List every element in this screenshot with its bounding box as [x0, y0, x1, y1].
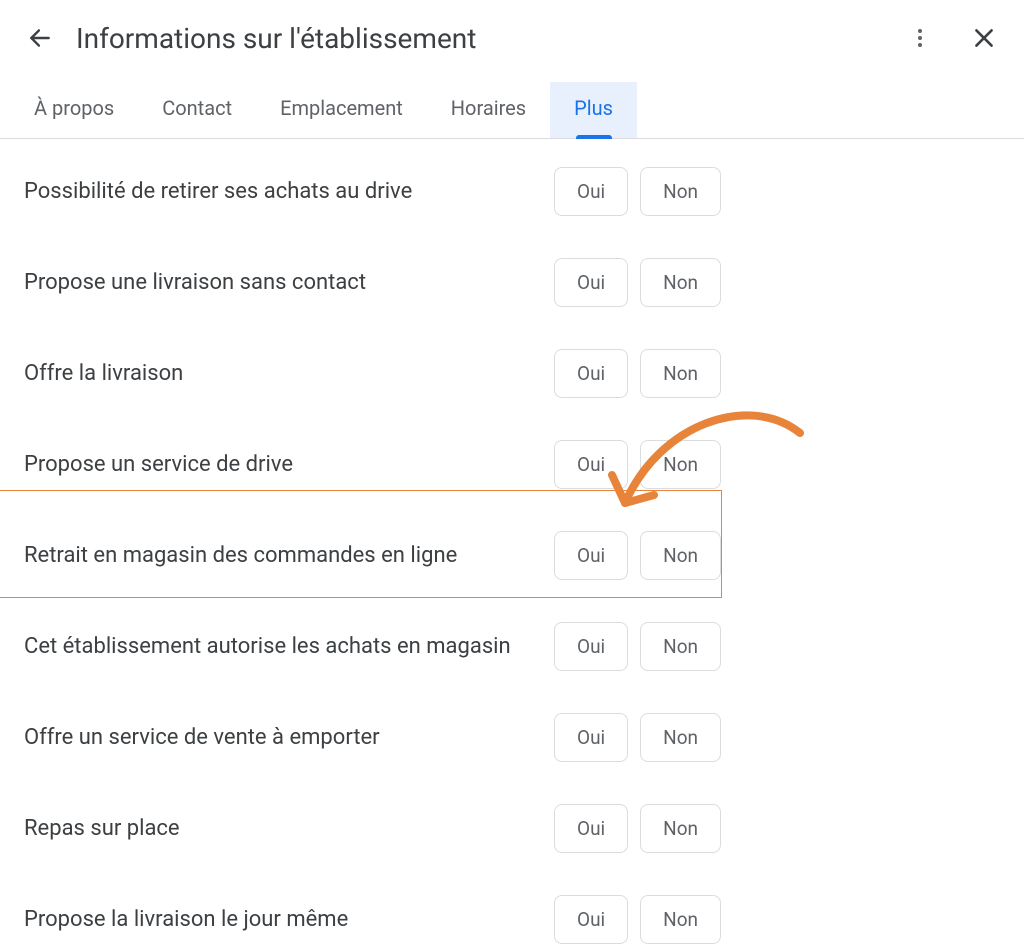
option-row-takeout: Offre un service de vente à emporter Oui… — [24, 713, 1000, 762]
option-label: Retrait en magasin des commandes en lign… — [24, 531, 554, 573]
option-row-contactless-delivery: Propose une livraison sans contact Oui N… — [24, 258, 1000, 307]
option-label: Propose la livraison le jour même — [24, 895, 554, 937]
page-title: Informations sur l'établissement — [76, 22, 900, 55]
more-options-button[interactable] — [900, 18, 940, 58]
yes-button[interactable]: Oui — [554, 895, 628, 944]
option-label: Propose un service de drive — [24, 440, 554, 482]
arrow-left-icon — [27, 25, 53, 51]
no-button[interactable]: Non — [640, 440, 721, 489]
yes-no-group: Oui Non — [554, 258, 721, 307]
close-button[interactable] — [964, 18, 1004, 58]
option-row-instore-shopping: Cet établissement autorise les achats en… — [24, 622, 1000, 671]
close-icon — [971, 25, 997, 51]
yes-no-group: Oui Non — [554, 804, 721, 853]
tab-contact[interactable]: Contact — [138, 82, 256, 138]
yes-button[interactable]: Oui — [554, 440, 628, 489]
tab-about[interactable]: À propos — [10, 82, 138, 138]
yes-no-group: Oui Non — [554, 440, 721, 489]
yes-button[interactable]: Oui — [554, 258, 628, 307]
yes-no-group: Oui Non — [554, 713, 721, 762]
tabs: À propos Contact Emplacement Horaires Pl… — [0, 82, 1024, 139]
kebab-icon — [908, 26, 932, 50]
option-row-same-day-delivery: Propose la livraison le jour même Oui No… — [24, 895, 1000, 944]
yes-button[interactable]: Oui — [554, 804, 628, 853]
option-label: Offre un service de vente à emporter — [24, 713, 554, 755]
option-row-drive-pickup: Possibilité de retirer ses achats au dri… — [24, 167, 1000, 216]
option-label: Possibilité de retirer ses achats au dri… — [24, 167, 554, 209]
header-actions — [900, 18, 1004, 58]
no-button[interactable]: Non — [640, 895, 721, 944]
tab-location[interactable]: Emplacement — [256, 82, 427, 138]
option-label: Propose une livraison sans contact — [24, 258, 554, 300]
option-row-delivery: Offre la livraison Oui Non — [24, 349, 1000, 398]
no-button[interactable]: Non — [640, 167, 721, 216]
yes-button[interactable]: Oui — [554, 622, 628, 671]
no-button[interactable]: Non — [640, 531, 721, 580]
tab-hours[interactable]: Horaires — [427, 82, 550, 138]
option-row-instore-pickup: Retrait en magasin des commandes en lign… — [24, 531, 1000, 580]
content: Possibilité de retirer ses achats au dri… — [0, 139, 1024, 944]
yes-no-group: Oui Non — [554, 895, 721, 944]
option-label: Repas sur place — [24, 804, 554, 846]
yes-no-group: Oui Non — [554, 622, 721, 671]
option-row-drive-service: Propose un service de drive Oui Non — [24, 440, 1000, 489]
no-button[interactable]: Non — [640, 713, 721, 762]
no-button[interactable]: Non — [640, 622, 721, 671]
no-button[interactable]: Non — [640, 804, 721, 853]
yes-no-group: Oui Non — [554, 167, 721, 216]
yes-no-group: Oui Non — [554, 349, 721, 398]
yes-button[interactable]: Oui — [554, 349, 628, 398]
tab-more[interactable]: Plus — [550, 82, 637, 138]
yes-button[interactable]: Oui — [554, 713, 628, 762]
yes-button[interactable]: Oui — [554, 531, 628, 580]
yes-button[interactable]: Oui — [554, 167, 628, 216]
back-button[interactable] — [20, 18, 60, 58]
option-label: Cet établissement autorise les achats en… — [24, 622, 554, 664]
yes-no-group: Oui Non — [554, 531, 721, 580]
header: Informations sur l'établissement — [0, 0, 1024, 82]
no-button[interactable]: Non — [640, 258, 721, 307]
option-row-dinein: Repas sur place Oui Non — [24, 804, 1000, 853]
option-label: Offre la livraison — [24, 349, 554, 391]
no-button[interactable]: Non — [640, 349, 721, 398]
